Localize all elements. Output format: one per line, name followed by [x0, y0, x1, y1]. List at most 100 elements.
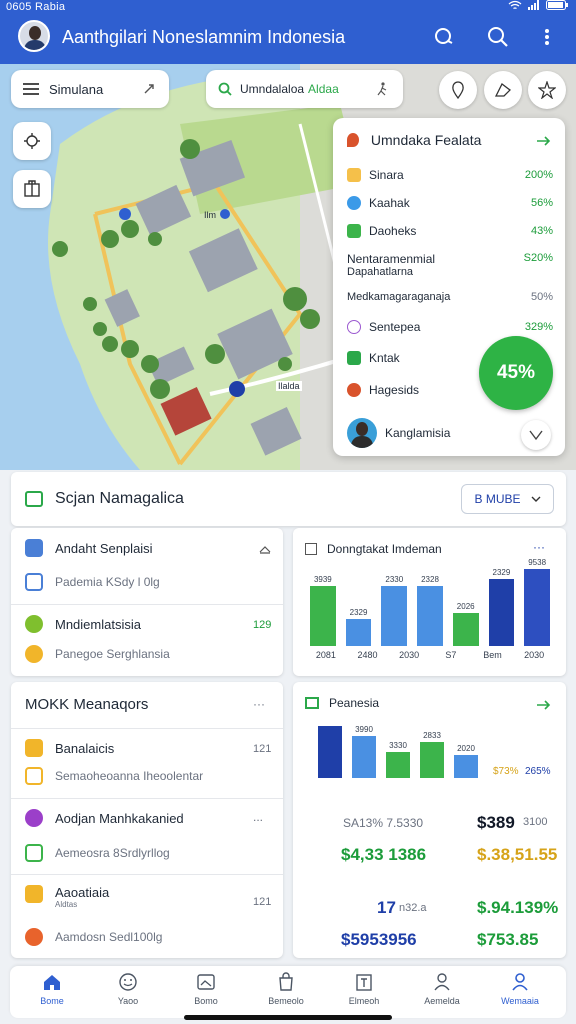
- poi-row[interactable]: Kaahak 56%: [347, 196, 553, 210]
- location-search-icon[interactable]: [433, 26, 455, 48]
- poi-row[interactable]: Kntak: [347, 351, 467, 365]
- home-icon: [44, 975, 60, 990]
- poi-row[interactable]: Sinara 200%: [347, 168, 553, 182]
- poi-percent: 56%: [530, 197, 553, 209]
- map-search-chip[interactable]: Umndalaloa Aldaa: [206, 70, 403, 108]
- x-tick-label: Bem: [483, 650, 502, 660]
- legend-value: $73%: [493, 766, 519, 777]
- list-item[interactable]: Panegoe Serghlansia: [25, 645, 170, 663]
- direction-button[interactable]: [521, 420, 551, 450]
- poi-label: Kaahak: [369, 196, 410, 210]
- period-dropdown[interactable]: B MUBE: [461, 484, 554, 514]
- chart-box-icon: [25, 767, 43, 785]
- battery-icon: [546, 0, 568, 10]
- search-icon[interactable]: [487, 26, 509, 48]
- stats-card: Peanesia 3990 3330 2833 2020 $73% 265% SA13…: [293, 682, 566, 958]
- poi-row[interactable]: Sentepea 329%: [347, 320, 553, 334]
- user-avatar[interactable]: [18, 20, 50, 52]
- poi-percent: 329%: [524, 321, 553, 333]
- circle-icon: [25, 645, 43, 663]
- layers-button[interactable]: [439, 71, 477, 109]
- calendar-icon: [356, 974, 372, 991]
- x-tick-label: 2030: [399, 650, 420, 660]
- percent-badge[interactable]: 45%: [479, 336, 553, 410]
- person-icon: [434, 973, 450, 991]
- map-search-text: Umndalaloa: [240, 82, 305, 96]
- list-item[interactable]: Aemeosra 8Srdlyrllog: [25, 844, 170, 862]
- grid-icon: [25, 539, 43, 557]
- map-chip-label: Simulana: [49, 81, 104, 97]
- poi-row[interactable]: Medkamagaraganaja 50%: [347, 291, 553, 303]
- poi-row[interactable]: Nentaramenmial Dapahatlarna S20%: [347, 252, 553, 278]
- list-item[interactable]: Aodjan Manhkakanied: [25, 809, 184, 827]
- bar-value-label: 2026: [456, 601, 475, 611]
- list-item-more[interactable]: ...: [253, 810, 263, 824]
- favorite-button[interactable]: [528, 71, 566, 109]
- nav-item-bemeolo[interactable]: Bemeolo: [256, 972, 316, 1006]
- summary-card: Scjan Namagalica B MUBE: [11, 472, 566, 526]
- nav-item-yaoo[interactable]: Yaoo: [98, 972, 158, 1006]
- map-view-toggle[interactable]: [13, 170, 51, 208]
- chart-title: Donngtakat Imdeman: [327, 542, 442, 556]
- poi-label: Sentepea: [369, 320, 421, 334]
- more-vert-icon[interactable]: [537, 26, 557, 48]
- walk-icon[interactable]: [375, 82, 389, 96]
- shield-icon: [25, 928, 43, 946]
- poi-row[interactable]: Hagesids: [347, 383, 467, 397]
- list-item[interactable]: Andaht Senplaisi: [25, 539, 153, 557]
- poi-row[interactable]: Daoheks 43%: [347, 224, 553, 238]
- nav-item-aemelda[interactable]: Aemelda: [412, 972, 472, 1006]
- nav-label: Bome: [40, 996, 64, 1006]
- nav-label: Aemelda: [424, 996, 460, 1006]
- checklist-icon: [25, 491, 43, 507]
- arrow-right-icon[interactable]: [537, 700, 551, 710]
- home-indicator: [184, 1015, 392, 1020]
- more-icon[interactable]: ···: [253, 697, 265, 711]
- nav-label: Wemaaia: [501, 996, 539, 1006]
- chart-bar: [317, 726, 343, 778]
- bar-value-label: 2020: [457, 743, 475, 753]
- x-tick-label: 2081: [315, 650, 336, 660]
- chart-bar: [351, 736, 377, 778]
- category-icon: [347, 351, 361, 365]
- square-icon: [25, 844, 43, 862]
- category-icon: [347, 224, 361, 238]
- poi-user[interactable]: Kanglamisia: [347, 418, 450, 448]
- arrow-right-icon[interactable]: [537, 136, 551, 146]
- share-button[interactable]: [484, 71, 522, 109]
- menu-icon[interactable]: [23, 83, 39, 95]
- category-icon: [347, 196, 361, 210]
- nav-item-home[interactable]: Bome: [22, 972, 82, 1006]
- list-card: Andaht Senplaisi Pademia KSdy l 0lg Mndi…: [11, 528, 283, 676]
- bar-value-label: 2833: [423, 730, 441, 740]
- nav-item-wemaaia[interactable]: Wemaaia: [490, 972, 550, 1006]
- list-item-label: Mndiemlatsisia: [55, 616, 141, 632]
- bar-value-label: 3990: [355, 725, 373, 735]
- chart-bar: [419, 741, 445, 778]
- list-item[interactable]: Aamdosn Sedl100lg: [25, 928, 162, 946]
- list-item[interactable]: Semaoheoanna Iheoolentar: [25, 767, 203, 785]
- list-item-label: Andaht Senplaisi: [55, 540, 153, 556]
- nav-item-elmeoh[interactable]: Elmeoh: [334, 972, 394, 1006]
- chart-bar: [524, 569, 550, 646]
- category-icon: [347, 168, 361, 182]
- expand-icon[interactable]: [259, 544, 271, 554]
- figure-left: $5953956: [341, 930, 417, 949]
- locate-button[interactable]: [13, 122, 51, 160]
- nav-item-bomo[interactable]: Bomo: [176, 972, 236, 1006]
- poi-label: Nentaramenmial: [347, 252, 436, 266]
- list-item[interactable]: Pademia KSdy l 0lg: [25, 573, 160, 591]
- map-menu-chip[interactable]: Simulana: [11, 70, 169, 108]
- category-icon: [347, 383, 361, 397]
- chart-title-row: Peanesia: [305, 696, 379, 710]
- list-item-label: Banalaicis: [55, 740, 115, 756]
- pin-icon: [347, 133, 359, 147]
- route-icon[interactable]: [143, 83, 155, 95]
- list-item[interactable]: Banalaicis: [25, 739, 114, 757]
- more-icon[interactable]: ···: [533, 540, 545, 554]
- list-item[interactable]: Mndiemlatsisia: [25, 615, 141, 633]
- list-item[interactable]: Aaoatiaia Aldtas: [25, 885, 109, 909]
- bag-icon: [279, 972, 293, 991]
- app-title: Aanthgilari Noneslamnim Indonesia: [62, 27, 346, 47]
- figure-left-small: n32.a: [399, 902, 427, 914]
